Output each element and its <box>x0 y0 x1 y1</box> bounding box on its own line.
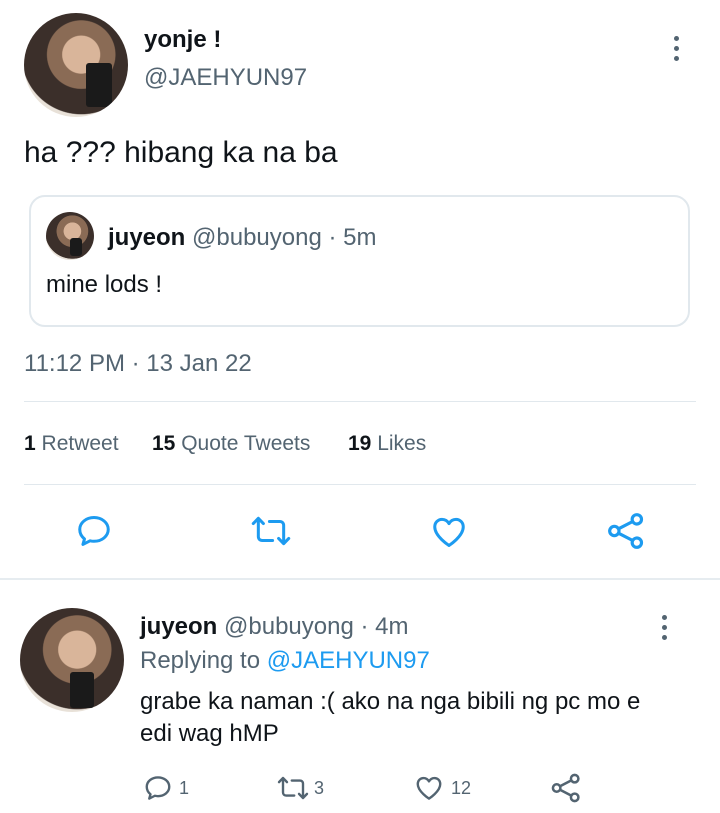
reply-count: 1 <box>179 777 190 798</box>
reply-retweet-count: 3 <box>314 777 325 798</box>
reply-icon[interactable] <box>75 512 113 550</box>
author-name[interactable]: yonje ! <box>144 26 221 54</box>
tweet-timestamp: 11:12 PM · 13 Jan 22 <box>24 350 252 377</box>
quotes-count: 15 <box>152 432 176 455</box>
reply-icon[interactable]: 1 <box>143 773 189 803</box>
quoted-time: · 5m <box>328 224 377 251</box>
author-handle[interactable]: @JAEHYUN97 <box>144 64 307 92</box>
more-vertical-icon[interactable] <box>662 615 667 640</box>
divider <box>24 484 696 485</box>
heart-icon[interactable]: 12 <box>413 773 471 803</box>
likes-stat[interactable]: 19 Likes <box>348 432 426 456</box>
share-icon[interactable] <box>550 772 582 804</box>
replying-to-handle[interactable]: @JAEHYUN97 <box>267 647 430 674</box>
tweet-text: ha ??? hibang ka na ba <box>24 136 338 169</box>
quoted-handle: @bubuyong <box>192 224 322 251</box>
author-avatar[interactable] <box>24 13 128 117</box>
quoted-text: mine lods ! <box>46 271 163 298</box>
reply-handle[interactable]: @bubuyong <box>224 613 354 640</box>
retweets-label: Retweet <box>41 432 119 455</box>
heart-icon[interactable] <box>429 513 469 551</box>
quotes-label: Quote Tweets <box>181 432 311 455</box>
retweet-icon[interactable] <box>250 512 292 550</box>
retweets-stat[interactable]: 1 Retweet <box>24 432 119 456</box>
section-divider <box>0 578 720 580</box>
reply-avatar[interactable] <box>20 608 124 712</box>
retweets-count: 1 <box>24 432 36 455</box>
quoted-name: juyeon <box>108 224 186 251</box>
reply-like-count: 12 <box>451 777 472 798</box>
divider <box>24 401 696 402</box>
replying-to-label: Replying to <box>140 647 261 674</box>
reply-name[interactable]: juyeon <box>140 613 217 640</box>
quoted-tweet-card[interactable] <box>29 195 690 327</box>
quote-tweets-stat[interactable]: 15 Quote Tweets <box>152 432 310 456</box>
likes-count: 19 <box>348 432 372 455</box>
share-icon[interactable] <box>606 511 646 551</box>
reply-text-line1: grabe ka naman :( ako na nga bibili ng p… <box>140 688 641 715</box>
reply-time: · 4m <box>360 613 409 640</box>
more-vertical-icon[interactable] <box>674 36 679 61</box>
retweet-icon[interactable]: 3 <box>276 773 324 803</box>
quoted-avatar[interactable] <box>46 212 94 260</box>
likes-label: Likes <box>377 432 427 455</box>
reply-text-line2: edi wag hMP <box>140 720 279 747</box>
